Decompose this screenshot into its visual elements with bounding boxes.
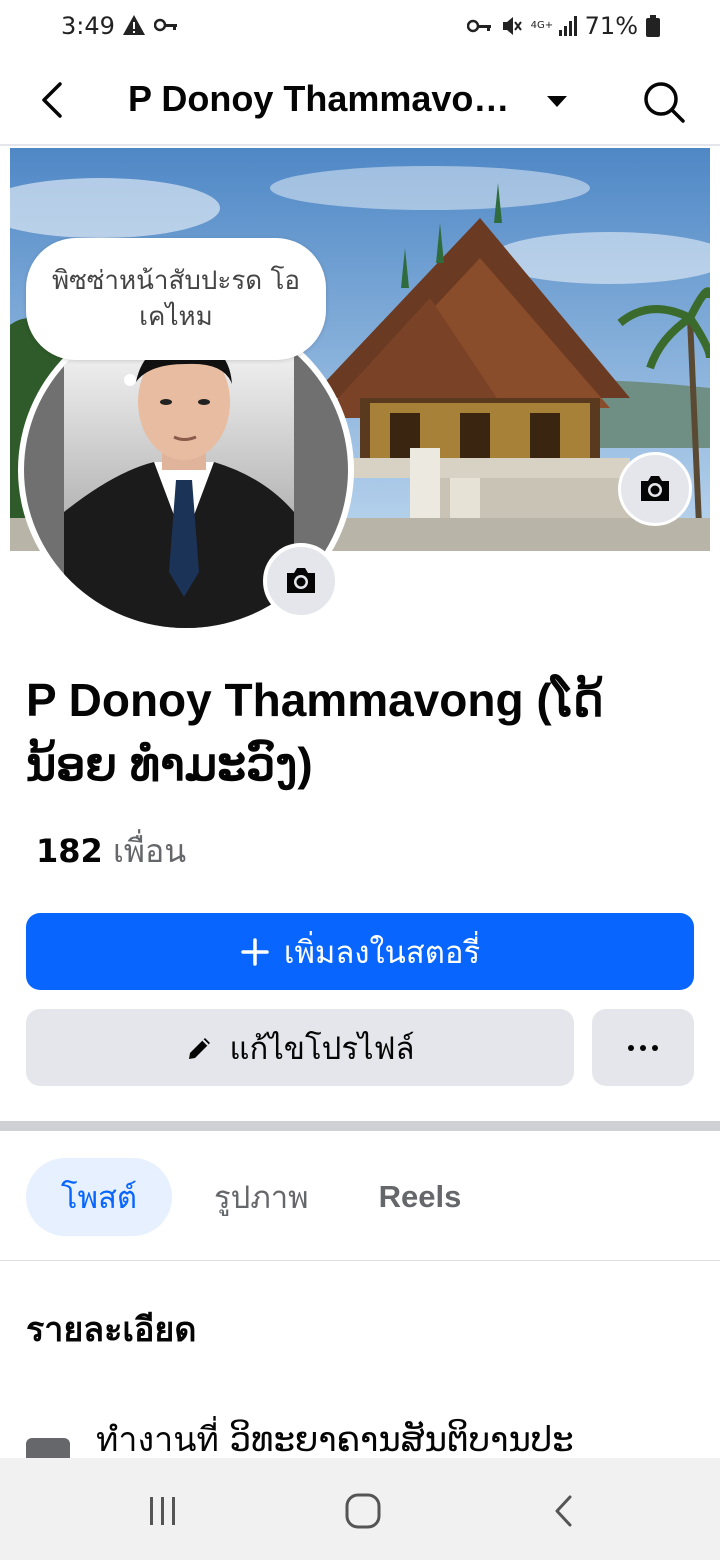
- caret-down-icon: [547, 96, 567, 107]
- tab-reels[interactable]: Reels: [359, 1158, 482, 1236]
- add-to-story-label: เพิ่มลงในสตอรี่: [283, 934, 481, 971]
- friends-number: 182: [36, 832, 103, 870]
- tab-posts[interactable]: โพสต์: [26, 1158, 172, 1236]
- search-button[interactable]: [640, 78, 688, 126]
- recent-apps-icon: [150, 1497, 175, 1525]
- profile-tabs: โพสต์ รูปภาพ Reels: [26, 1158, 481, 1236]
- status-time: 3:49: [61, 12, 115, 40]
- battery-icon: [646, 15, 660, 37]
- status-right-icons: 4G+ 71%: [466, 12, 660, 40]
- friends-label: เพื่อน: [112, 832, 187, 870]
- plus-icon: [241, 937, 269, 966]
- mute-icon: [502, 17, 522, 35]
- home-icon: [345, 1493, 381, 1529]
- edit-profile-label: แก้ไขโปรไฟล์: [229, 1030, 415, 1067]
- alert-icon: [123, 15, 145, 35]
- status-bar: 3:49 4G+ 71%: [0, 0, 720, 56]
- camera-icon: [641, 476, 669, 501]
- battery-percent: 71%: [584, 12, 638, 40]
- more-options-button[interactable]: [592, 1009, 694, 1086]
- system-back-button[interactable]: [540, 1486, 590, 1536]
- status-left-icons: [122, 14, 178, 36]
- add-to-story-button[interactable]: เพิ่มลงในสตอรี่: [26, 913, 694, 990]
- tab-photos[interactable]: รูปภาพ: [194, 1158, 329, 1236]
- section-divider: [0, 1121, 720, 1131]
- key-icon: [154, 18, 177, 32]
- tabs-divider: [0, 1260, 720, 1261]
- account-switcher-button[interactable]: [542, 88, 572, 114]
- system-nav-bar: [0, 1458, 720, 1560]
- signal-icon: [558, 16, 577, 36]
- edit-profile-photo-button[interactable]: [263, 543, 339, 619]
- vpn-key-icon: [466, 19, 491, 33]
- profile-note-bubble[interactable]: พิซซ่าหน้าสับปะรด โอเคไหม: [26, 238, 326, 360]
- more-dots-icon: [628, 1044, 658, 1051]
- note-bubble-tail: [124, 374, 136, 386]
- note-text: พิซซ่าหน้าสับปะรด โอเคไหม: [51, 266, 301, 332]
- camera-icon: [287, 568, 315, 593]
- back-arrow-icon: [42, 82, 62, 118]
- edit-profile-button[interactable]: แก้ไขโปรไฟล์: [26, 1009, 574, 1086]
- back-chevron-icon: [555, 1495, 572, 1527]
- network-type: 4G+: [530, 20, 554, 31]
- profile-name: P Donoy Thammavong (ໂດ້ ນ້ອຍ ທຳມະວົງ): [26, 674, 604, 790]
- pencil-icon: [189, 1037, 211, 1059]
- details-heading: รายละเอียด: [26, 1311, 197, 1349]
- home-button[interactable]: [338, 1486, 388, 1536]
- edit-cover-photo-button[interactable]: [618, 452, 692, 526]
- back-button[interactable]: [30, 76, 78, 124]
- recent-apps-button[interactable]: [138, 1486, 188, 1536]
- profile-header: P Donoy Thammavong (ໂດ້ນ້ອຍ ທຳມະວົງ): [0, 56, 720, 146]
- friends-count[interactable]: 182 เพื่อน: [36, 826, 186, 877]
- search-icon: [644, 82, 685, 123]
- header-title: P Donoy Thammavong (ໂດ້ນ້ອຍ ທຳມະວົງ): [128, 78, 518, 119]
